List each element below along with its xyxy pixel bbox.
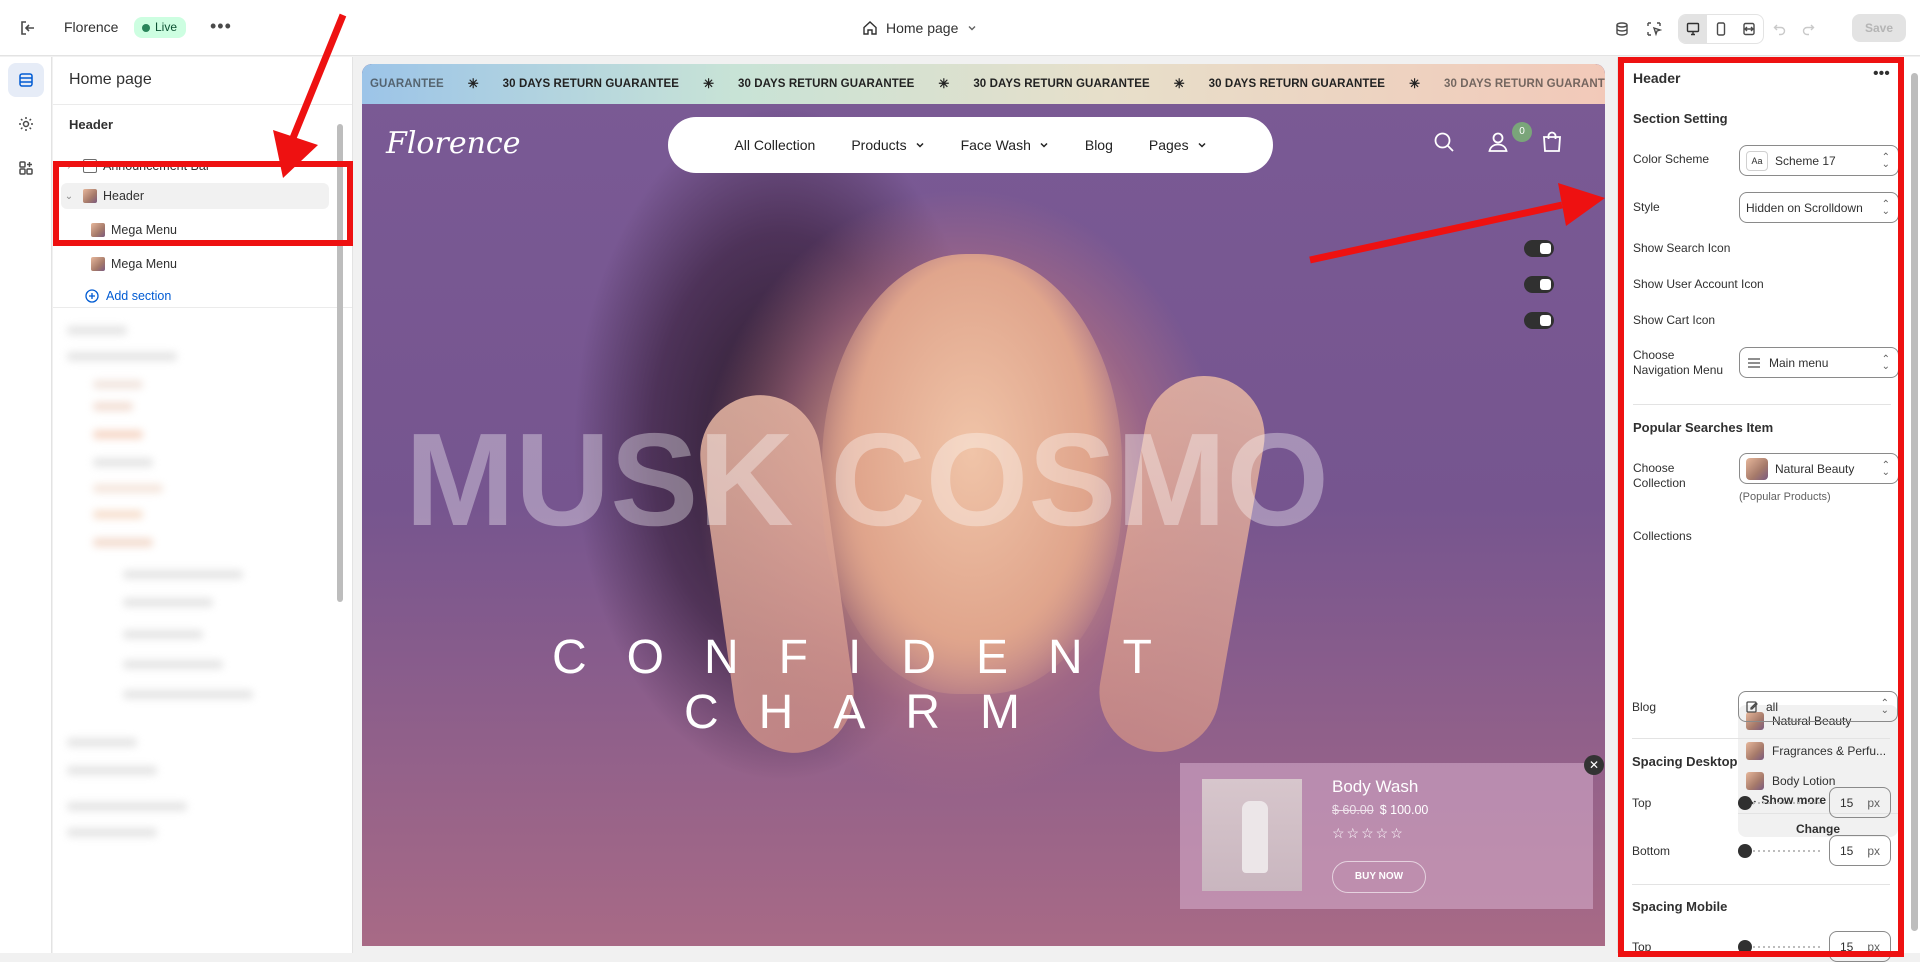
- blurred-sections-list: [53, 262, 352, 953]
- product-popup: Body Wash $ 60.00 $ 100.00 ☆☆☆☆☆ BUY NOW: [1180, 763, 1593, 909]
- annotation-box: [53, 161, 353, 246]
- old-price: $ 60.00: [1332, 803, 1374, 817]
- main-navigation: All Collection Products Face Wash Blog P…: [668, 117, 1273, 173]
- group-label: Header: [69, 117, 114, 132]
- bottle-icon: [1242, 801, 1268, 873]
- chevron-down-icon: [1040, 142, 1048, 148]
- announcement-text: 30 DAYS RETURN GUARANTEE: [737, 78, 915, 90]
- preview-scrollbar[interactable]: [1606, 57, 1614, 953]
- announcement-text: 30 DAYS RETURN GUARANTEE: [1208, 78, 1386, 90]
- rating-stars: ☆☆☆☆☆: [1332, 825, 1405, 841]
- show-search-icon-toggle[interactable]: [1524, 240, 1554, 257]
- nav-item-pages[interactable]: Pages: [1149, 137, 1207, 153]
- show-user-icon-toggle[interactable]: [1524, 276, 1554, 293]
- sparkle-icon: ✳: [1409, 76, 1420, 91]
- nav-label: Blog: [1084, 137, 1113, 153]
- store-name: Florence: [64, 19, 119, 35]
- page-selector[interactable]: Home page: [862, 16, 978, 40]
- header-icons: [1432, 130, 1564, 154]
- toolbar-icons: [1608, 14, 1820, 44]
- site-logo[interactable]: Florence: [386, 126, 520, 161]
- cart-icon[interactable]: [1540, 130, 1564, 154]
- device-switcher: [1678, 14, 1764, 44]
- cart-count-badge: 0: [1512, 122, 1532, 142]
- sections-icon[interactable]: [8, 63, 44, 97]
- apps-icon[interactable]: [8, 151, 44, 185]
- top-bar: Florence Live ••• Home page Save: [0, 0, 1920, 56]
- redo-icon[interactable]: [1796, 15, 1820, 43]
- nav-item-all-collection[interactable]: All Collection: [734, 137, 815, 153]
- settings-scrollbar[interactable]: [1909, 57, 1920, 953]
- search-icon[interactable]: [1432, 130, 1456, 154]
- nav-label: Pages: [1148, 137, 1189, 153]
- scrollbar-thumb[interactable]: [1911, 73, 1918, 931]
- nav-label: Products: [851, 137, 907, 153]
- live-dot-icon: [142, 23, 150, 32]
- announcement-text: 30 DAYS RETURN GUARANTEE: [973, 78, 1150, 90]
- announcement-marquee: GUARANTEE ✳ 30 DAYS RETURN GUARANTEE ✳ 3…: [362, 64, 1605, 104]
- nav-label: All Collection: [734, 137, 816, 153]
- announcement-text: 30 DAYS RETURN GUARANTEE: [502, 78, 680, 90]
- database-icon[interactable]: [1608, 15, 1636, 43]
- current-price: $ 100.00: [1379, 803, 1429, 817]
- annotation-box: [1618, 57, 1904, 957]
- full-width-icon[interactable]: [1735, 15, 1763, 43]
- mobile-icon[interactable]: [1707, 15, 1735, 43]
- close-icon[interactable]: ✕: [1584, 755, 1604, 775]
- hero-subtitle: CONFIDENT CHARM: [552, 631, 1192, 739]
- sparkle-icon: ✳: [1173, 76, 1185, 91]
- preview-canvas: GUARANTEE ✳ 30 DAYS RETURN GUARANTEE ✳ 3…: [362, 64, 1605, 946]
- live-label: Live: [155, 20, 178, 34]
- toggle-knob: [1540, 279, 1551, 290]
- panel-title: Home page: [69, 71, 152, 88]
- nav-label: Face Wash: [960, 137, 1031, 153]
- chevron-down-icon: [1198, 142, 1206, 148]
- product-name[interactable]: Body Wash: [1332, 777, 1418, 797]
- toggle-knob: [1540, 243, 1551, 254]
- nav-item-face-wash[interactable]: Face Wash: [961, 137, 1049, 153]
- sparkle-icon: ✳: [703, 76, 714, 91]
- user-account-icon[interactable]: [1486, 130, 1510, 154]
- announcement-text: 30 DAYS RETURN GUARANTEE: [1443, 78, 1605, 90]
- live-status-badge: Live: [134, 17, 187, 38]
- theme-preview: GUARANTEE ✳ 30 DAYS RETURN GUARANTEE ✳ 3…: [353, 57, 1617, 953]
- sparkle-icon: ✳: [938, 76, 950, 91]
- hero-title: MUSK COSMO: [405, 406, 1329, 553]
- undo-icon[interactable]: [1768, 15, 1792, 43]
- inspect-cursor-icon[interactable]: [1640, 15, 1668, 43]
- divider: [53, 104, 352, 105]
- sidebar-rail: [0, 57, 52, 953]
- chevron-down-icon: [966, 22, 978, 34]
- buy-now-button[interactable]: BUY NOW: [1332, 861, 1426, 893]
- nav-item-blog[interactable]: Blog: [1085, 137, 1113, 153]
- product-price: $ 60.00 $ 100.00: [1332, 803, 1428, 817]
- product-image: [1202, 779, 1302, 891]
- exit-icon[interactable]: [18, 18, 38, 38]
- toggle-knob: [1540, 315, 1551, 326]
- show-cart-icon-toggle[interactable]: [1524, 312, 1554, 329]
- desktop-icon[interactable]: [1679, 15, 1707, 43]
- home-icon: [862, 20, 878, 36]
- sparkle-icon: ✳: [467, 76, 479, 91]
- settings-gear-icon[interactable]: [8, 107, 44, 141]
- announcement-text: GUARANTEE: [370, 78, 444, 90]
- more-options-icon[interactable]: •••: [210, 16, 232, 37]
- save-button[interactable]: Save: [1852, 14, 1906, 42]
- page-selector-label: Home page: [886, 20, 959, 36]
- chevron-down-icon: [916, 142, 924, 148]
- nav-item-products[interactable]: Products: [851, 137, 924, 153]
